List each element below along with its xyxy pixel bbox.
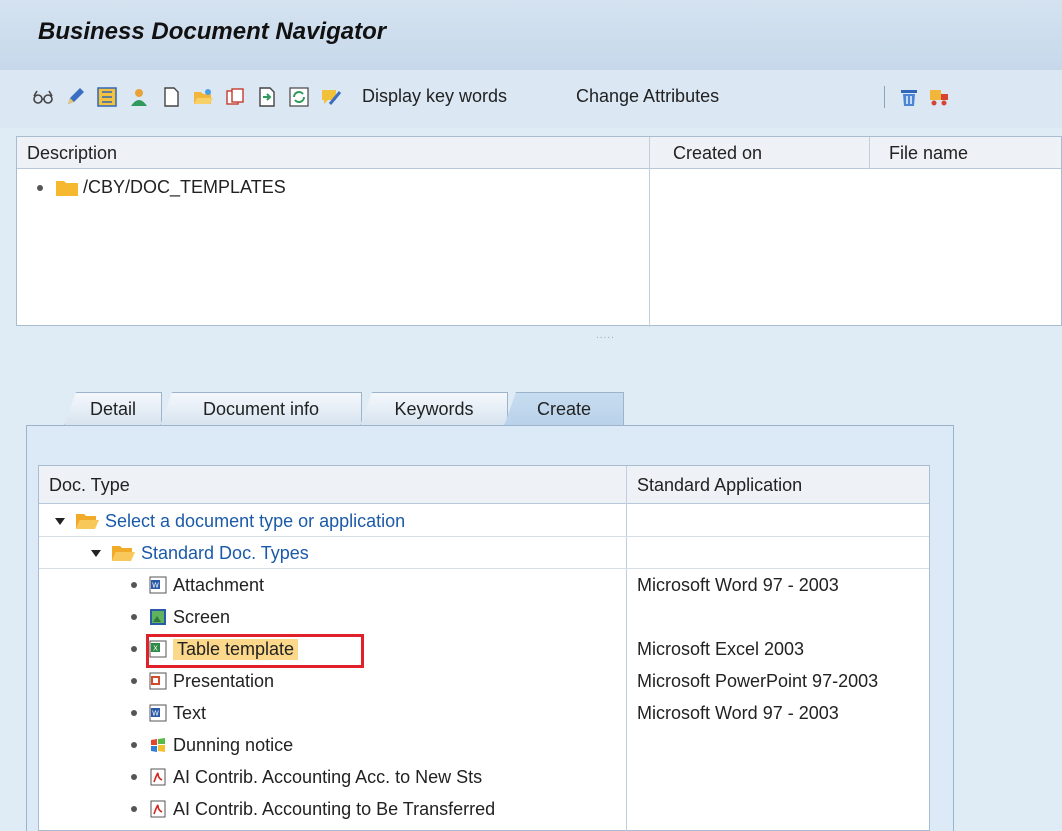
title-bar: Business Document Navigator [0,0,1062,70]
new-document-icon[interactable] [158,84,184,110]
item-label: Attachment [173,574,265,595]
item-label: AI Contrib. Accounting to Be Transferred [173,798,496,819]
powerpoint-doc-icon [149,672,167,690]
windows-icon [151,738,165,752]
svg-text:W: W [152,582,159,590]
tree-node-label: Select a document type or application [105,510,406,531]
list-item[interactable]: Presentation Microsoft PowerPoint 97-200… [39,665,929,697]
grid-header: Doc. Type Standard Application [39,466,929,504]
list-item[interactable]: W Attachment Microsoft Word 97 - 2003 [39,569,929,601]
item-application: Microsoft Excel 2003 [637,638,805,659]
copy-icon[interactable] [222,84,248,110]
word-doc-icon: W [149,576,167,594]
export-icon[interactable] [254,84,280,110]
item-application: Microsoft Word 97 - 2003 [637,702,839,723]
page-title: Business Document Navigator [38,18,387,45]
pencil-icon[interactable] [62,84,88,110]
column-doc-type[interactable]: Doc. Type [39,466,140,504]
open-folder-icon [76,514,99,529]
checkin-icon[interactable] [318,84,344,110]
tree-node-doc-templates[interactable]: /CBY/DOC_TEMPLATES [37,177,286,198]
column-divider [649,137,650,327]
open-folder-icon[interactable] [190,84,216,110]
open-folder-icon [112,546,135,561]
display-keywords-button[interactable]: Display key words [362,86,507,107]
item-application: Microsoft PowerPoint 97-2003 [637,670,879,691]
word-doc-icon: W [149,704,167,722]
list-item[interactable]: Dunning notice [39,729,929,761]
tree-node-label: Standard Doc. Types [141,542,309,563]
screen-image-icon [150,609,166,625]
toolbar-separator [884,86,885,108]
tab-detail[interactable]: Detail [64,392,162,426]
pdf-icon [150,768,166,786]
refresh-icon[interactable] [286,84,312,110]
splitter-handle[interactable]: ..... [596,330,615,341]
column-created-on[interactable]: Created on [663,137,873,169]
item-label: Screen [173,606,231,627]
tree-node-standard-doc-types[interactable]: Standard Doc. Types [39,537,929,569]
list-item[interactable]: W Text Microsoft Word 97 - 2003 [39,697,929,729]
person-icon[interactable] [126,84,152,110]
pdf-icon [150,800,166,818]
list-item[interactable]: AI Contrib. Accounting to Be Transferred [39,793,929,825]
document-tree-grid: Description Created on File name /CBY/DO… [16,136,1062,327]
expand-caret-icon[interactable] [55,517,65,525]
item-label: AI Contrib. Accounting Acc. to New Sts [173,766,483,787]
item-label: Presentation [173,670,275,691]
transport-icon[interactable] [926,84,952,110]
tree-node-select-doc-type[interactable]: Select a document type or application [39,505,929,537]
svg-text:W: W [152,710,159,718]
tab-document-info[interactable]: Document info [160,392,362,426]
item-label: Dunning notice [173,734,294,755]
column-description[interactable]: Description [17,137,649,169]
doc-type-grid: Doc. Type Standard Application Select a … [38,465,930,831]
list-item[interactable]: AI Contrib. Accounting Acc. to New Sts [39,761,929,793]
grid-header: Description Created on File name [17,137,1061,169]
column-file-name[interactable]: File name [879,137,1059,169]
list-item[interactable]: Screen [39,601,929,633]
tab-create[interactable]: Create [504,392,624,426]
column-divider [869,137,870,169]
tree-node-label: /CBY/DOC_TEMPLATES [83,177,286,197]
column-standard-application[interactable]: Standard Application [627,466,812,504]
toolbar: Display key words Change Attributes [0,70,1062,128]
delete-icon[interactable] [896,84,922,110]
bullet-icon [37,184,43,191]
tab-keywords[interactable]: Keywords [360,392,508,426]
structure-icon[interactable] [94,84,120,110]
glasses-icon[interactable] [30,84,56,110]
item-application: Microsoft Word 97 - 2003 [637,574,839,595]
item-label: Text [173,702,207,723]
annotation-highlight-box [146,634,364,668]
change-attributes-button[interactable]: Change Attributes [576,86,719,107]
expand-caret-icon[interactable] [91,549,101,557]
folder-icon [56,180,78,196]
